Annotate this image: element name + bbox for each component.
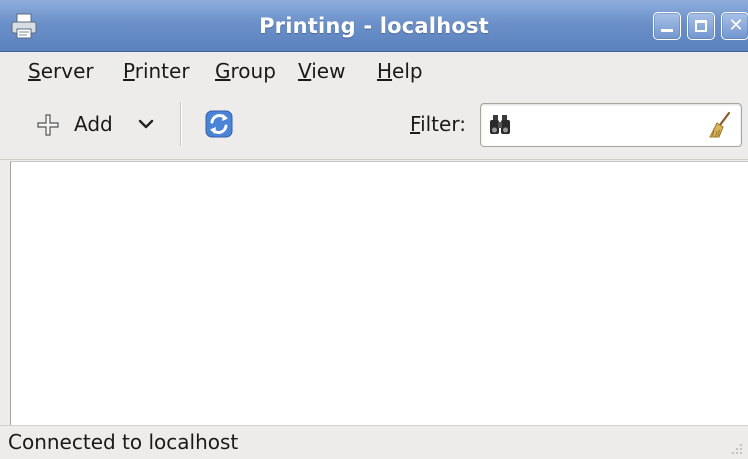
menu-help[interactable]: Help [375,56,425,86]
title-bar[interactable]: Printing - localhost ✕ [0,0,748,52]
printer-list[interactable] [10,161,748,425]
menu-printer-mnemonic: P [123,59,135,83]
close-icon: ✕ [728,15,744,36]
maximize-icon [695,20,707,32]
refresh-button[interactable] [198,103,240,145]
menu-bar: Server Printer Group View Help [0,52,748,90]
filter-mnemonic: F [410,112,421,136]
add-button[interactable]: Add [28,104,160,144]
broom-icon[interactable] [705,110,735,140]
menu-printer-label: rinter [134,59,190,83]
menu-help-label: elp [392,59,423,83]
filter-label-text: ilter: [420,112,466,136]
menu-view-label: iew [311,59,346,83]
window-title: Printing - localhost [259,14,489,38]
toolbar: Add Filter: [0,90,748,160]
menu-group-label: roup [230,59,276,83]
printer-icon[interactable] [10,13,38,39]
toolbar-separator [180,102,182,146]
printing-window: Printing - localhost ✕ Server Printer Gr… [0,0,748,459]
menu-server-mnemonic: S [28,59,41,83]
menu-view-mnemonic: V [298,59,312,83]
menu-help-mnemonic: H [377,59,393,83]
plus-icon [37,114,59,136]
add-button-label: Add [74,112,113,136]
menu-server-label: erver [40,59,94,83]
menu-group[interactable]: Group [213,56,278,86]
menu-view[interactable]: View [296,56,347,86]
binoculars-icon[interactable] [488,113,512,137]
close-button[interactable]: ✕ [721,12,748,40]
resize-grip-icon[interactable] [728,440,744,456]
filter-input[interactable] [517,110,697,140]
menu-server[interactable]: Server [26,56,96,86]
minimize-icon [661,29,673,32]
chevron-down-icon[interactable] [138,118,154,130]
menu-printer[interactable]: Printer [121,56,192,86]
filter-field[interactable] [480,103,742,147]
status-bar: Connected to localhost [0,425,748,459]
refresh-icon [205,110,233,138]
status-text: Connected to localhost [8,430,239,454]
filter-label: Filter: [410,109,466,139]
maximize-button[interactable] [687,12,715,40]
minimize-button[interactable] [653,12,681,40]
menu-group-mnemonic: G [215,59,231,83]
